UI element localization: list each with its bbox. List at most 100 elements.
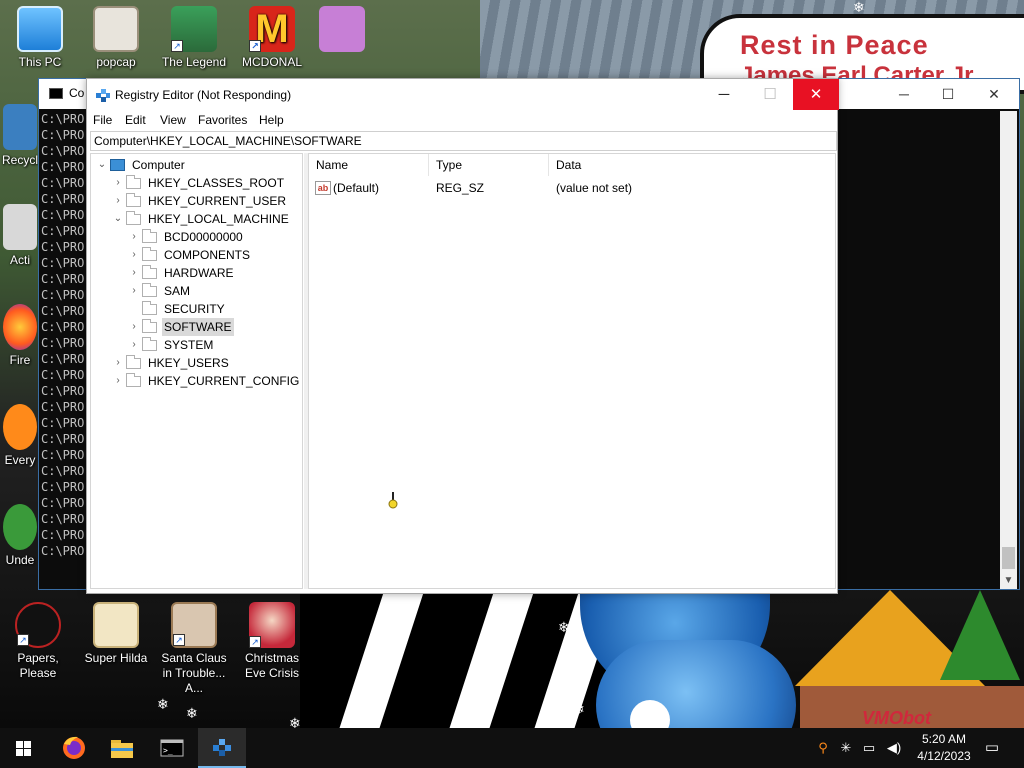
scroll-down-arrow-icon[interactable]: ▼ — [1000, 572, 1017, 589]
chevron-right-icon[interactable]: › — [127, 264, 141, 282]
chevron-right-icon[interactable]: › — [111, 372, 125, 390]
shortcut-arrow-icon: ↗ — [171, 40, 183, 52]
taskbar-command-prompt[interactable]: >_ — [148, 728, 196, 768]
desktop-icon-label: Unde — [5, 553, 35, 567]
value-type: REG_SZ — [436, 181, 485, 195]
tree-node-hkey-current-config[interactable]: › HKEY_CURRENT_CONFIG — [111, 372, 301, 390]
registry-values-pane[interactable]: Name Type Data ab (Default) REG_SZ (valu… — [308, 153, 836, 589]
address-bar[interactable]: Computer\HKEY_LOCAL_MACHINE\SOFTWARE — [90, 131, 837, 151]
column-header-data[interactable]: Data — [549, 154, 835, 176]
tree-node-bcd00000000[interactable]: › BCD00000000 — [127, 228, 297, 246]
chevron-right-icon[interactable]: › — [111, 354, 125, 372]
desktop-icon-christmas-eve-crisis[interactable]: ↗ Christmas Eve Crisis — [234, 602, 310, 681]
tree-node-sam[interactable]: › SAM — [127, 282, 297, 300]
regedit-minimize-button[interactable]: ─ — [701, 79, 747, 110]
volume-tray-icon[interactable]: ◀) — [882, 728, 906, 768]
snowflake-icon: ❄ — [488, 640, 500, 656]
menu-favorites[interactable]: Favorites — [198, 113, 247, 127]
chevron-down-icon[interactable]: ⌄ — [95, 156, 109, 174]
tree-node-hkey-users[interactable]: › HKEY_USERS — [111, 354, 301, 372]
chevron-down-icon[interactable]: ⌄ — [111, 210, 125, 228]
cmd-output-line: C:\PRO — [41, 288, 85, 302]
desktop-icon-label: MCDONAL — [241, 55, 302, 69]
shortcut-arrow-icon: ↗ — [17, 634, 29, 646]
menu-file[interactable]: File — [93, 113, 112, 127]
start-button[interactable] — [0, 728, 48, 768]
tree-node-software[interactable]: › SOFTWARE — [127, 318, 297, 336]
desktop-icon-super-hilda[interactable]: Super Hilda — [78, 602, 154, 666]
column-header-name[interactable]: Name — [309, 154, 429, 176]
desktop-icon-label: Every — [4, 453, 36, 467]
desktop-icon-activate[interactable]: Acti — [0, 204, 40, 268]
column-header-type[interactable]: Type — [429, 154, 549, 176]
desktop-icon-everything[interactable]: Every — [0, 404, 40, 468]
tree-node-hkey-classes-root[interactable]: › HKEY_CLASSES_ROOT — [111, 174, 301, 192]
chevron-right-icon[interactable]: › — [111, 192, 125, 210]
desktop-icon-christmas-game[interactable] — [312, 6, 372, 55]
desktop-icon-popcap[interactable]: popcap — [78, 6, 154, 70]
taskbar: >_ ⚲ ✳ ▭ ◀) 5:20 AM 4/12/2023 ▭ — [0, 728, 1024, 768]
chevron-right-icon[interactable]: › — [127, 246, 141, 264]
cmd-minimize-button[interactable]: ─ — [881, 79, 927, 109]
desktop-icon-firefox[interactable]: Fire — [0, 304, 40, 368]
desktop-icon-label: This PC — [18, 55, 62, 69]
wallpaper-watermark: VMObot — [862, 708, 931, 728]
desktop-icon-undertale[interactable]: Unde — [0, 504, 40, 568]
undertale-icon — [3, 504, 37, 550]
folder-icon — [126, 193, 141, 207]
cmd-scroll-thumb[interactable] — [1002, 547, 1015, 569]
value-name: (Default) — [333, 181, 380, 195]
tree-node-system[interactable]: › SYSTEM — [127, 336, 297, 354]
tree-node-label: COMPONENTS — [164, 248, 251, 262]
desktop-icon-the-legend[interactable]: ↗ The Legend — [156, 6, 232, 70]
tree-node-label: Computer — [132, 158, 185, 172]
cmd-maximize-button[interactable]: ☐ — [925, 79, 971, 109]
taskbar-clock[interactable]: 5:20 AM 4/12/2023 — [904, 731, 984, 765]
recycle-bin-icon — [3, 104, 37, 150]
desktop-icon-this-pc[interactable]: This PC — [2, 6, 78, 70]
taskbar-registry-editor[interactable] — [198, 728, 246, 768]
desktop-icon-santa-claus[interactable]: ↗ Santa Claus in Trouble... A... — [156, 602, 232, 696]
desktop-icon-papers-please[interactable]: ↗ Papers, Please — [0, 602, 76, 681]
chevron-right-icon[interactable]: › — [127, 228, 141, 246]
tree-node-label: HKEY_CURRENT_CONFIG — [148, 374, 300, 388]
menu-help[interactable]: Help — [259, 113, 284, 127]
regedit-menu-bar: File Edit View Favorites Help — [87, 111, 837, 131]
tree-node-computer[interactable]: ⌄ Computer — [95, 156, 295, 174]
regedit-maximize-button[interactable]: ☐ — [747, 79, 793, 110]
cmd-close-button[interactable]: ✕ — [971, 79, 1017, 109]
chevron-right-icon[interactable]: › — [127, 336, 141, 354]
tree-node-hardware[interactable]: › HARDWARE — [127, 264, 297, 282]
regedit-title-bar[interactable]: Registry Editor (Not Responding) ─ ☐ ✕ — [87, 79, 839, 111]
activate-icon — [3, 204, 37, 250]
registry-tree-pane[interactable]: ⌄ Computer › HKEY_CLASSES_ROOT › HKEY_CU… — [90, 153, 303, 589]
network-tray-icon[interactable]: ▭ — [858, 728, 880, 768]
folder-icon — [126, 355, 141, 369]
desktop-icon-label: Acti — [9, 253, 30, 267]
taskbar-firefox[interactable] — [50, 728, 98, 768]
tree-node-hkey-current-user[interactable]: › HKEY_CURRENT_USER — [111, 192, 301, 210]
notifications-icon[interactable]: ▭ — [980, 728, 1004, 768]
cmd-scrollbar[interactable]: ▼ — [1000, 111, 1017, 589]
tree-node-hkey-local-machine[interactable]: ⌄ HKEY_LOCAL_MACHINE — [111, 210, 301, 228]
cmd-output-line: C:\PRO — [41, 160, 85, 174]
regedit-close-button[interactable]: ✕ — [793, 79, 839, 110]
chevron-right-icon[interactable]: › — [127, 282, 141, 300]
chevron-right-icon[interactable]: › — [111, 174, 125, 192]
menu-view[interactable]: View — [160, 113, 186, 127]
taskbar-file-explorer[interactable] — [98, 728, 146, 768]
brightness-tray-icon[interactable]: ✳ — [836, 728, 856, 768]
desktop-icon-mcdonalds[interactable]: M ↗ MCDONAL — [234, 6, 310, 70]
registry-editor-window[interactable]: Registry Editor (Not Responding) ─ ☐ ✕ F… — [86, 78, 839, 594]
menu-edit[interactable]: Edit — [125, 113, 146, 127]
this-pc-icon — [17, 6, 63, 52]
desktop-icon-label: The Legend — [161, 55, 227, 69]
search-tray-icon[interactable]: ⚲ — [812, 728, 834, 768]
tree-node-components[interactable]: › COMPONENTS — [127, 246, 297, 264]
desktop-icon-recycle-bin[interactable]: Recycl — [0, 104, 40, 168]
folder-icon — [142, 283, 157, 297]
tree-node-security[interactable]: SECURITY — [127, 300, 297, 318]
chevron-right-icon[interactable]: › — [127, 318, 141, 336]
cmd-output[interactable]: C:\PRO C:\PRO C:\PRO C:\PRO C:\PRO C:\PRO C:\P… — [41, 111, 91, 581]
command-prompt-icon: >_ — [160, 739, 184, 757]
